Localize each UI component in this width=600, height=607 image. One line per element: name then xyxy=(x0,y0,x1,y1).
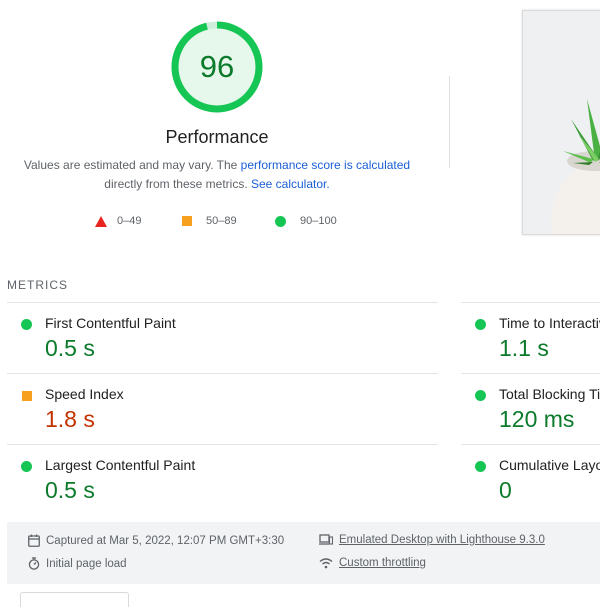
pass-circle-icon xyxy=(21,461,32,472)
metric-speed-index: Speed Index 1.8 s xyxy=(7,373,438,443)
metric-value: 1.1 s xyxy=(499,335,549,361)
average-square-icon xyxy=(182,216,192,226)
pass-circle-icon xyxy=(475,390,486,401)
metric-value: 120 ms xyxy=(499,406,575,432)
runtime-settings-footer: Captured at Mar 5, 2022, 12:07 PM GMT+3:… xyxy=(7,522,600,584)
metric-name: Cumulative Layout Shift xyxy=(499,457,600,473)
see-calculator-link[interactable]: See calculator. xyxy=(251,177,330,191)
row-divider xyxy=(461,373,600,374)
metric-cumulative-layout-shift: Cumulative Layout Shift 0 xyxy=(461,444,600,514)
metric-name: First Contentful Paint xyxy=(45,315,176,331)
description-text-2: directly from these metrics. xyxy=(104,177,251,191)
legend-item-average: 50–89 xyxy=(182,215,275,227)
metric-name: Time to Interactive xyxy=(499,315,600,331)
performance-description: Values are estimated and may vary. The p… xyxy=(0,156,434,194)
legend-item-fail: 0–49 xyxy=(95,215,182,227)
page-load-text: Initial page load xyxy=(46,557,127,570)
desktop-laptop-icon xyxy=(319,534,333,545)
emulated-device-item[interactable]: Emulated Desktop with Lighthouse 9.3.0 xyxy=(319,534,545,546)
pass-circle-icon xyxy=(275,215,286,227)
metric-total-blocking-time: Total Blocking Time 120 ms xyxy=(461,373,600,443)
performance-score-value: 96 xyxy=(199,49,235,84)
row-divider xyxy=(7,302,438,303)
metric-largest-contentful-paint: Largest Contentful Paint 0.5 s xyxy=(7,444,438,514)
calendar-icon xyxy=(28,534,40,547)
performance-title: Performance xyxy=(165,127,269,147)
row-divider xyxy=(461,444,600,445)
metric-name: Largest Contentful Paint xyxy=(45,457,196,473)
throttling-item[interactable]: Custom throttling xyxy=(319,557,426,569)
fail-triangle-icon xyxy=(95,215,107,227)
captured-at-item: Captured at Mar 5, 2022, 12:07 PM GMT+3:… xyxy=(28,534,284,547)
metrics-section-header: METRICS xyxy=(7,278,68,292)
legend-label: 50–89 xyxy=(206,215,237,227)
legend-label: 90–100 xyxy=(300,215,337,227)
metric-value: 0 xyxy=(499,477,512,503)
wifi-signal-icon xyxy=(319,558,333,569)
pass-circle-icon xyxy=(21,319,32,330)
pass-circle-icon xyxy=(475,319,486,330)
legend-item-pass: 90–100 xyxy=(275,215,337,227)
emulated-device-text[interactable]: Emulated Desktop with Lighthouse 9.3.0 xyxy=(339,534,545,546)
vertical-divider xyxy=(449,76,450,168)
metric-value: 1.8 s xyxy=(45,406,95,432)
legend-label: 0–49 xyxy=(117,215,142,227)
row-divider xyxy=(7,444,438,445)
captured-at-text: Captured at Mar 5, 2022, 12:07 PM GMT+3:… xyxy=(46,534,285,547)
metric-time-to-interactive: Time to Interactive 1.1 s xyxy=(461,302,600,372)
score-legend: 0–49 50–89 90–100 xyxy=(95,213,337,229)
description-text: Values are estimated and may vary. The xyxy=(23,158,241,172)
metric-first-contentful-paint: First Contentful Paint 0.5 s xyxy=(7,302,438,372)
row-divider xyxy=(461,302,600,303)
score-calculated-link[interactable]: performance score is calculated xyxy=(241,158,410,172)
row-divider xyxy=(7,373,438,374)
pass-circle-icon xyxy=(475,461,486,472)
final-screenshot-thumbnail[interactable] xyxy=(522,10,600,235)
succulent-plant-image xyxy=(523,11,600,234)
average-square-icon xyxy=(22,391,32,401)
metric-name: Speed Index xyxy=(45,386,124,402)
stopwatch-icon xyxy=(28,557,40,570)
metric-value: 0.5 s xyxy=(45,477,95,503)
page-load-item: Initial page load xyxy=(28,557,127,570)
throttling-text[interactable]: Custom throttling xyxy=(339,557,426,569)
metric-name: Total Blocking Time xyxy=(499,386,600,402)
metric-value: 0.5 s xyxy=(45,335,95,361)
